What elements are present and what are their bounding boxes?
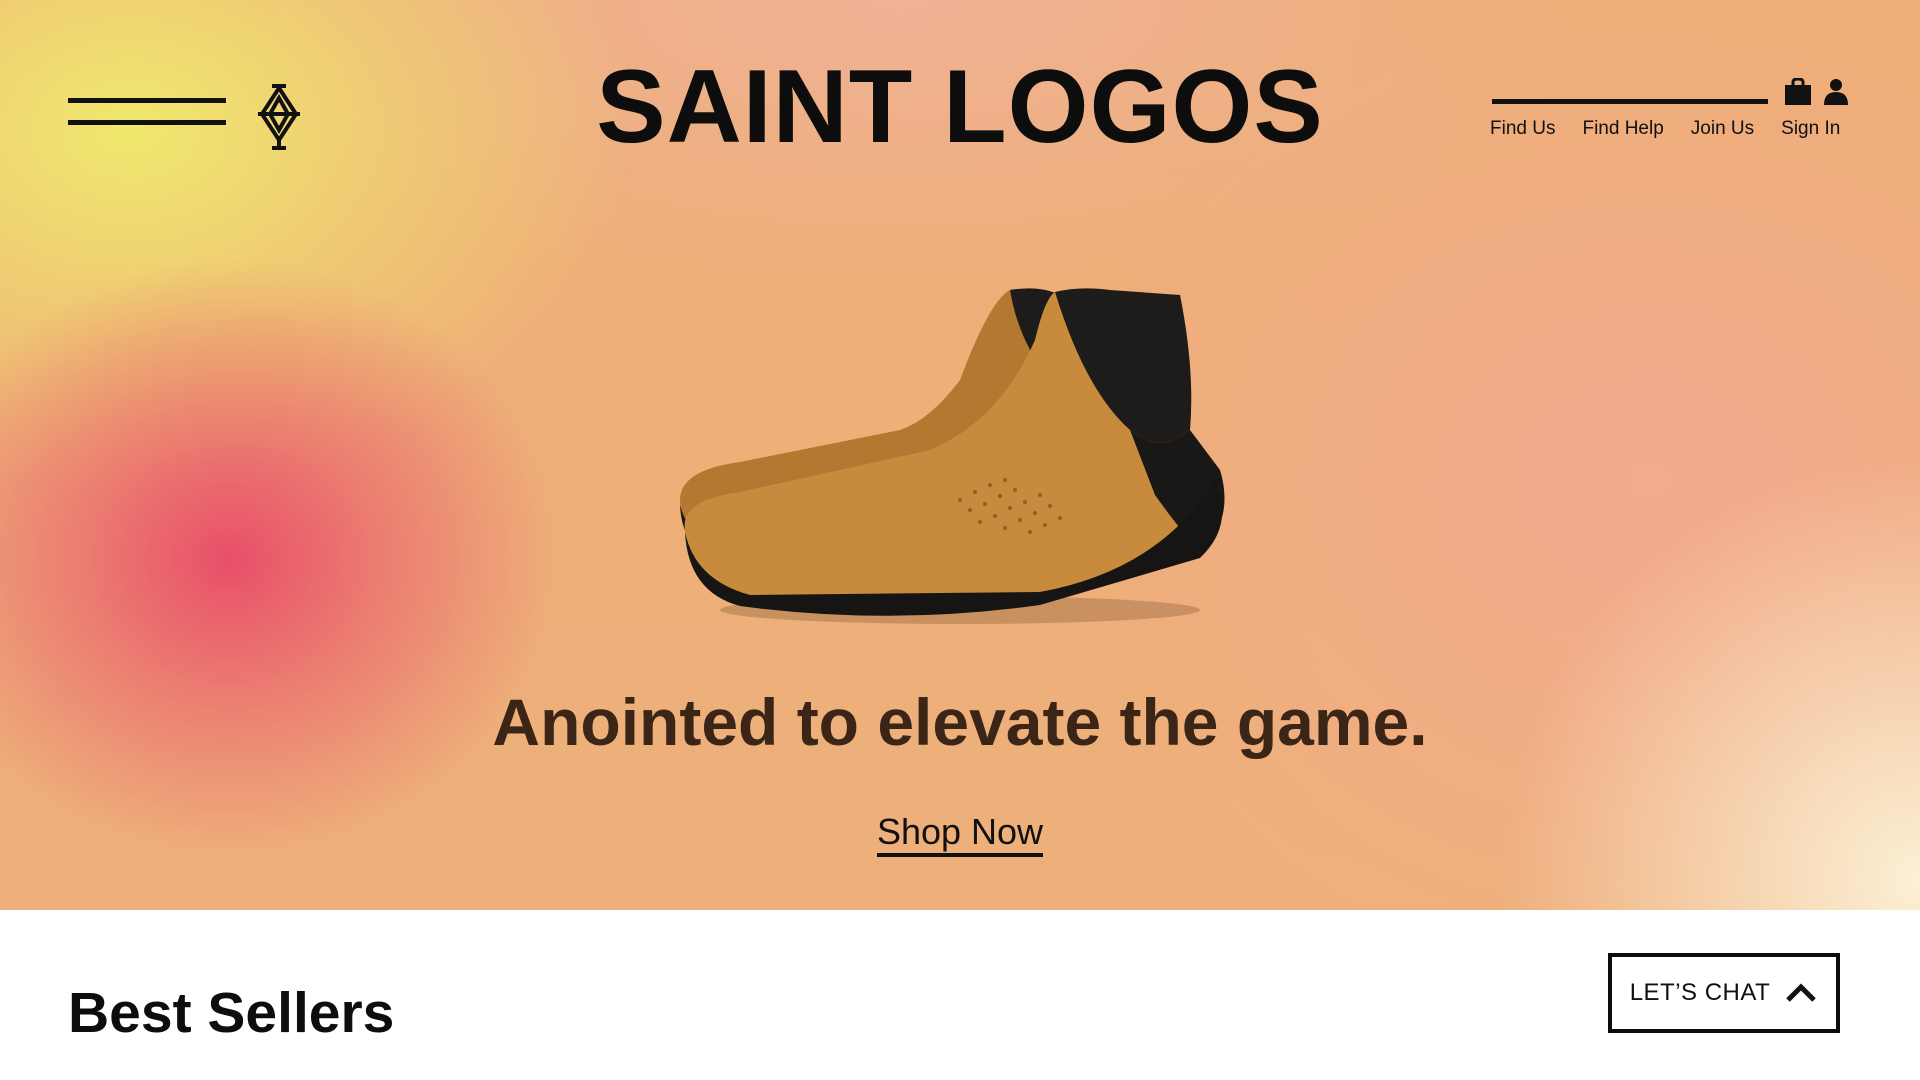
user-icon[interactable]: [1822, 78, 1850, 106]
nav-find-help[interactable]: Find Help: [1582, 118, 1663, 140]
nav-join-us[interactable]: Join Us: [1691, 118, 1754, 140]
chat-label: LET’S CHAT: [1629, 979, 1771, 1006]
hero-tagline: Anointed to elevate the game.: [492, 685, 1428, 759]
shop-now-wrapper: Shop Now: [0, 810, 1920, 857]
shop-now-link[interactable]: Shop Now: [876, 811, 1044, 857]
nav-sign-in[interactable]: Sign In: [1781, 118, 1840, 140]
top-nav: Find Us Find Help Join Us Sign In: [1490, 118, 1840, 140]
hero-banner: SAINT LOGOS Find Us Find Help Join Us Si…: [0, 0, 1920, 910]
search-line-icon[interactable]: [1492, 99, 1768, 104]
section-title-best-sellers: Best Sellers: [68, 981, 395, 1045]
hero-shoe-image[interactable]: [660, 280, 1260, 640]
shopping-bag-icon[interactable]: [1784, 78, 1812, 106]
lets-chat-button[interactable]: LET’S CHAT: [1608, 953, 1840, 1033]
nav-find-us[interactable]: Find Us: [1490, 118, 1555, 140]
chevron-up-icon: [1786, 983, 1817, 1002]
brand-title[interactable]: SAINT LOGOS: [0, 50, 1920, 165]
